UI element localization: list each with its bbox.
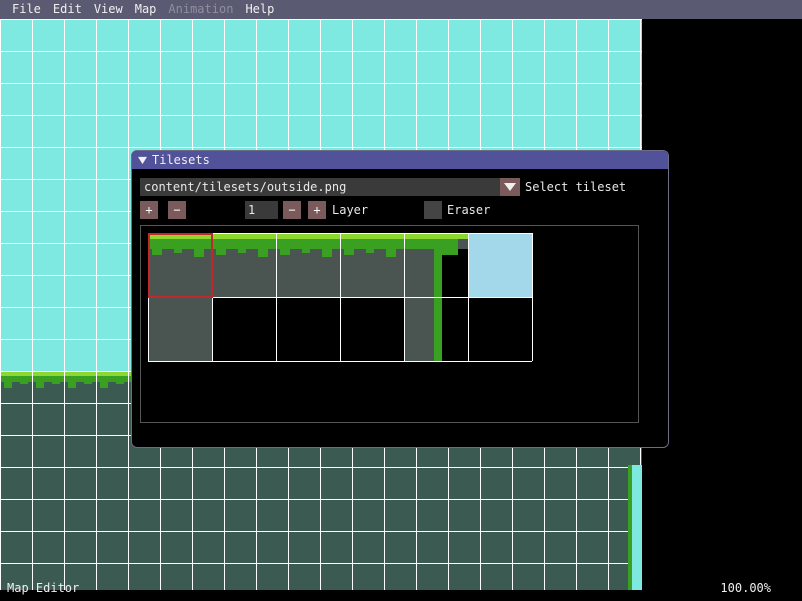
eraser-label: Eraser — [447, 203, 491, 217]
tilesets-titlebar[interactable]: Tilesets — [132, 151, 668, 169]
layer-input[interactable]: 1 — [245, 201, 278, 219]
menu-view[interactable]: View — [88, 0, 129, 19]
status-mode: Map Editor — [7, 581, 80, 595]
menu-animation: Animation — [168, 2, 234, 16]
status-bar: Map Editor 100.00% — [0, 579, 802, 597]
tileset-path-value: content/tilesets/outside.png — [144, 180, 347, 194]
menu-map[interactable]: Map — [129, 0, 163, 19]
eraser-checkbox[interactable] — [424, 201, 442, 219]
chevron-down-icon — [504, 183, 516, 191]
map-grass-edge — [628, 465, 632, 590]
select-tileset-label: Select tileset — [525, 180, 627, 194]
zoom-level: 100.00% — [720, 581, 771, 595]
combo-arrow-button[interactable] — [500, 178, 520, 196]
menu-edit[interactable]: Edit — [47, 0, 88, 19]
tilesets-window: Tilesets content/tilesets/outside.png Se… — [131, 150, 669, 448]
tilesets-title: Tilesets — [152, 153, 210, 167]
tileset-path-row: content/tilesets/outside.png Select tile… — [140, 178, 626, 196]
layer-decrement-button[interactable]: − — [283, 201, 301, 219]
menu-help[interactable]: Help — [239, 0, 280, 19]
remove-tileset-button[interactable]: − — [168, 201, 186, 219]
tileset-controls-row: + − 1 − + Layer Eraser — [140, 201, 660, 221]
add-tileset-button[interactable]: + — [140, 201, 158, 219]
menu-bar: File Edit View Map Animation Help — [0, 0, 802, 19]
menu-file[interactable]: File — [0, 0, 47, 19]
tileset-image[interactable] — [148, 233, 534, 363]
layer-increment-button[interactable]: + — [308, 201, 326, 219]
layer-label: Layer — [332, 203, 369, 217]
tileset-select-combo[interactable]: content/tilesets/outside.png — [140, 178, 520, 196]
triangle-down-icon[interactable] — [138, 156, 147, 165]
tile-palette-panel — [140, 225, 639, 423]
